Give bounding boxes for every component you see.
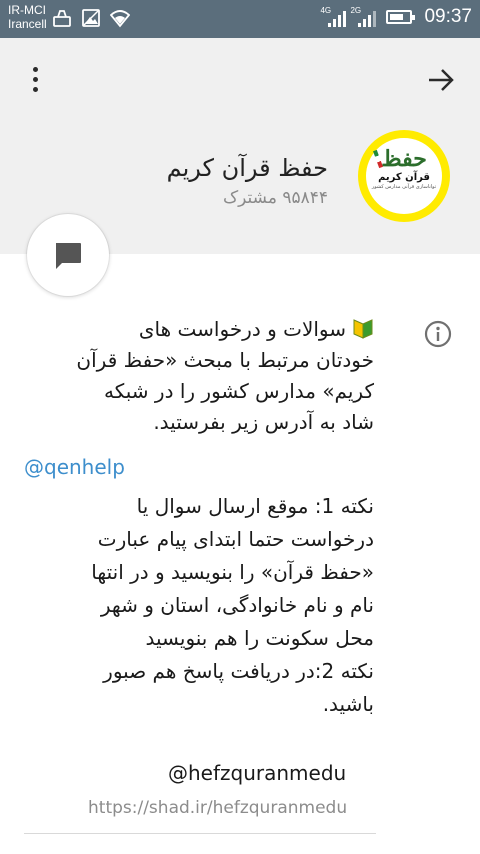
description-text: سوالات و درخواست های خودتان مرتبط با مبح… [76,317,374,434]
info-icon [424,320,452,348]
clock: 09:37 [424,6,472,27]
more-vert-icon[interactable] [22,66,50,94]
avatar-logo: حفظ قرآن کریم تواناسازی قرآنی مدارس کشور [366,138,442,214]
battery-fill [390,14,404,20]
chat-button[interactable] [27,214,109,296]
status-right: 4G 2G 09:37 [320,6,472,28]
carrier-line-1: IR-MCI [8,3,46,17]
signal-4g-icon: 4G [320,6,347,28]
notification-icons [52,8,130,28]
status-bar: IR-MCI Irancell 4G 2G 09:37 [0,0,480,38]
divider [24,833,376,834]
logo-subtitle: قرآن کریم [378,172,430,183]
channel-name: حفظ قرآن کریم [166,154,328,182]
arrow-forward-icon[interactable] [426,66,456,94]
handle-link-qenhelp[interactable]: @qenhelp [24,455,125,479]
wifi-icon [110,10,130,28]
carrier-line-2: Irancell [8,17,47,31]
channel-link[interactable]: https://shad.ir/hefzquranmedu [88,798,347,818]
channel-note: نکته 1: موقع ارسال سوال یا درخواست حتما … [91,494,374,716]
beginner-badge-icon [353,319,373,339]
channel-description: سوالات و درخواست های خودتان مرتبط با مبح… [24,314,374,438]
carrier-label: IR-MCI Irancell [8,3,47,31]
subscriber-count: ۹۵۸۴۴ مشترک [222,188,328,208]
app-notification-icon [53,10,71,27]
image-notification-icon [82,9,100,27]
chat-bubble-icon [56,243,81,269]
channel-handle[interactable]: @hefzquranmedu [168,761,346,785]
battery-icon [386,10,416,24]
channel-avatar[interactable]: حفظ قرآن کریم تواناسازی قرآنی مدارس کشور [358,130,450,222]
signal-2g-icon: 2G [350,6,377,28]
logo-caption: تواناسازی قرآنی مدارس کشور [371,184,437,190]
